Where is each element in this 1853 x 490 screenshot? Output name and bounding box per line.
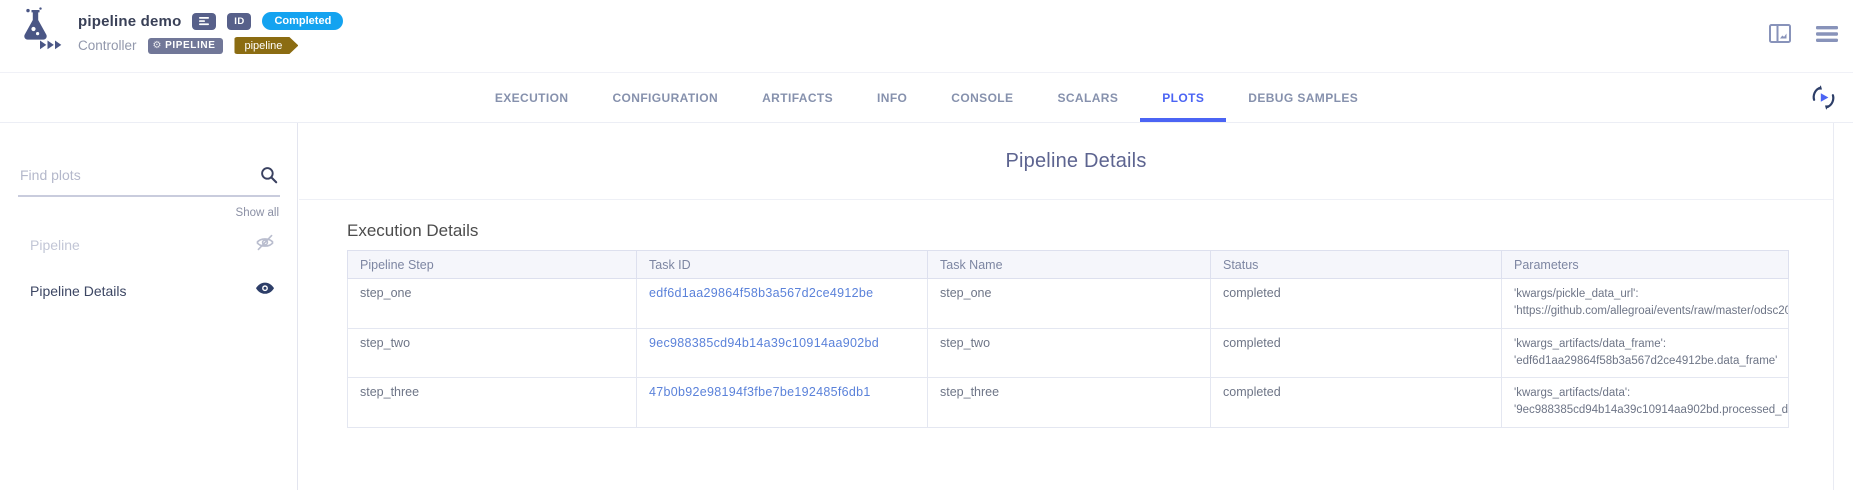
table-row: step_three 47b0b92e98194f3fbe7be192485f6… xyxy=(348,378,1789,428)
hamburger-menu-icon[interactable] xyxy=(1815,25,1839,43)
cell-task-name: step_one xyxy=(928,279,1211,329)
cell-status: completed xyxy=(1211,279,1502,329)
plot-divider xyxy=(299,199,1833,200)
system-tag-pipeline: ⚙ PIPELINE xyxy=(148,38,224,54)
tab-artifacts[interactable]: ARTIFACTS xyxy=(740,74,855,122)
gear-icon: ⚙ xyxy=(153,41,163,51)
status-badge: Completed xyxy=(262,12,343,30)
eye-off-icon[interactable] xyxy=(255,234,275,256)
tab-scalars[interactable]: SCALARS xyxy=(1035,74,1140,122)
search-icon[interactable] xyxy=(260,166,278,189)
cell-task-name: step_two xyxy=(928,328,1211,378)
page-title: pipeline demo xyxy=(78,13,181,30)
cell-step: step_two xyxy=(348,328,637,378)
app-header: pipeline demo ID Completed Controller ⚙ xyxy=(0,0,1853,73)
tab-plots[interactable]: PLOTS xyxy=(1140,74,1226,122)
execution-details-heading: Execution Details xyxy=(347,221,1853,241)
side-panel-chart-icon[interactable] xyxy=(1769,24,1791,43)
tab-debug-samples[interactable]: DEBUG SAMPLES xyxy=(1226,74,1380,122)
table-row: step_one edf6d1aa29864f58b3a567d2ce4912b… xyxy=(348,279,1789,329)
col-task-id: Task ID xyxy=(637,251,928,279)
cell-parameters: 'kwargs/pickle_data_url': 'https://githu… xyxy=(1502,279,1789,329)
plot-search xyxy=(18,153,280,197)
app-window: pipeline demo ID Completed Controller ⚙ xyxy=(0,0,1853,490)
task-id-link[interactable]: edf6d1aa29864f58b3a567d2ce4912be xyxy=(649,286,873,300)
plot-title: Pipeline Details xyxy=(299,150,1853,173)
tab-console[interactable]: CONSOLE xyxy=(929,74,1035,122)
cell-parameters: 'kwargs_artifacts/data_frame': 'edf6d1aa… xyxy=(1502,328,1789,378)
controller-label: Controller xyxy=(78,38,137,53)
cell-status: completed xyxy=(1211,328,1502,378)
cell-step: step_three xyxy=(348,378,637,428)
col-parameters: Parameters xyxy=(1502,251,1789,279)
tab-execution[interactable]: EXECUTION xyxy=(473,74,591,122)
search-input[interactable] xyxy=(18,153,254,189)
task-id-link[interactable]: 47b0b92e98194f3fbe7be192485f6db1 xyxy=(649,385,871,399)
cell-step: step_one xyxy=(348,279,637,329)
id-chip[interactable]: ID xyxy=(227,13,251,30)
tab-configuration[interactable]: CONFIGURATION xyxy=(590,74,740,122)
sidebar-item-pipeline-details[interactable]: Pipeline Details xyxy=(0,271,297,311)
task-id-link[interactable]: 9ec988385cd94b14a39c10914aa902bd xyxy=(649,336,879,350)
cell-status: completed xyxy=(1211,378,1502,428)
col-task-name: Task Name xyxy=(928,251,1211,279)
cell-parameters: 'kwargs_artifacts/data': '9ec988385cd94b… xyxy=(1502,378,1789,428)
plot-panel: Pipeline Details Execution Details Pipel… xyxy=(299,123,1853,490)
pipeline-flask-icon xyxy=(10,6,62,59)
table-header-row: Pipeline Step Task ID Task Name Status P… xyxy=(348,251,1789,279)
table-row: step_two 9ec988385cd94b14a39c10914aa902b… xyxy=(348,328,1789,378)
description-icon[interactable] xyxy=(192,13,216,30)
eye-icon[interactable] xyxy=(255,281,275,301)
plots-sidebar: Show all Pipeline Pipeline Details xyxy=(0,123,298,490)
execution-details-table: Pipeline Step Task ID Task Name Status P… xyxy=(347,250,1789,428)
content-edge-divider xyxy=(1833,123,1834,490)
auto-refresh-icon[interactable] xyxy=(1810,84,1837,111)
tab-bar: EXECUTION CONFIGURATION ARTIFACTS INFO C… xyxy=(0,74,1853,123)
col-pipeline-step: Pipeline Step xyxy=(348,251,637,279)
show-all-link[interactable]: Show all xyxy=(0,207,279,219)
col-status: Status xyxy=(1211,251,1502,279)
user-tag-pipeline[interactable]: pipeline xyxy=(234,37,298,54)
tab-info[interactable]: INFO xyxy=(855,74,929,122)
experiment-title-block: pipeline demo ID Completed Controller ⚙ xyxy=(78,12,343,54)
cell-task-name: step_three xyxy=(928,378,1211,428)
sidebar-item-pipeline[interactable]: Pipeline xyxy=(0,225,297,265)
